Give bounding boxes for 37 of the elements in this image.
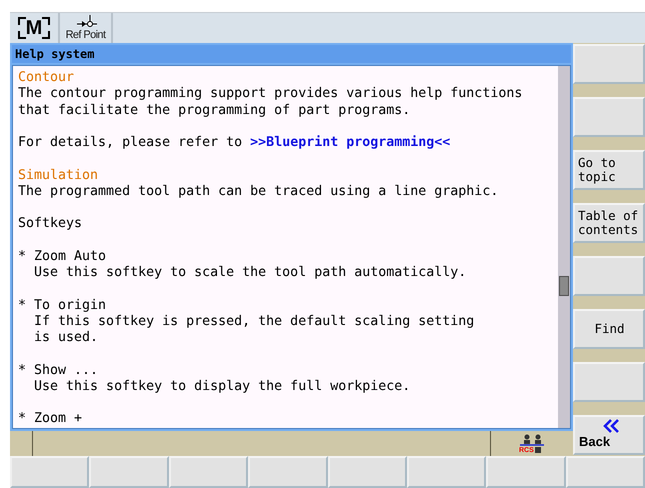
- softkey[interactable]: [486, 456, 566, 488]
- window-title: Help system: [12, 45, 571, 65]
- softkey[interactable]: [573, 362, 645, 402]
- softkey[interactable]: [566, 456, 645, 488]
- help-text: Use this softkey to scale the tool path automatically.: [33, 265, 468, 282]
- softkey[interactable]: [89, 456, 169, 488]
- help-text: The contour programming support provides various help functions: [18, 86, 524, 102]
- help-text: that facilitate the programming of part programs.: [18, 102, 412, 119]
- scrollbar[interactable]: [558, 66, 570, 428]
- network-icon: [519, 434, 545, 454]
- help-text: For details, please refer to >>Blueprint programming<<: [18, 135, 452, 152]
- softkey[interactable]: [573, 97, 645, 137]
- softkey[interactable]: [328, 456, 407, 488]
- double-chevron-icon: [603, 419, 619, 433]
- scrollbar-thumb[interactable]: [559, 276, 569, 296]
- softkey[interactable]: Go to topic: [573, 150, 645, 190]
- help-text: Use this softkey to display the full workpiece.: [33, 378, 412, 395]
- softkey[interactable]: Find: [573, 309, 645, 349]
- section-heading: Simulation: [18, 168, 100, 184]
- help-text: The programmed tool path can be traced using a line graphic.: [18, 184, 500, 200]
- help-text: * To origin: [18, 298, 108, 314]
- softkey[interactable]: [406, 456, 486, 488]
- softkey[interactable]: [168, 456, 248, 488]
- help-text: Softkeys: [18, 216, 84, 232]
- softkey[interactable]: [573, 44, 645, 84]
- link[interactable]: >>Blueprint programming<<: [250, 135, 450, 150]
- softkey[interactable]: Table of contents: [573, 203, 645, 243]
- softkey[interactable]: [248, 456, 328, 488]
- help-text: * Zoom +: [18, 411, 84, 428]
- section-heading: Contour: [18, 70, 76, 86]
- softkey[interactable]: [10, 456, 90, 488]
- back-button[interactable]: Back: [573, 415, 645, 455]
- help-text: * Show ...: [18, 362, 100, 379]
- help-text: is used.: [33, 330, 100, 346]
- softkey[interactable]: [573, 256, 645, 296]
- help-text: * Zoom Auto: [18, 248, 108, 265]
- help-text: If this softkey is pressed, the default scaling setting: [33, 314, 476, 330]
